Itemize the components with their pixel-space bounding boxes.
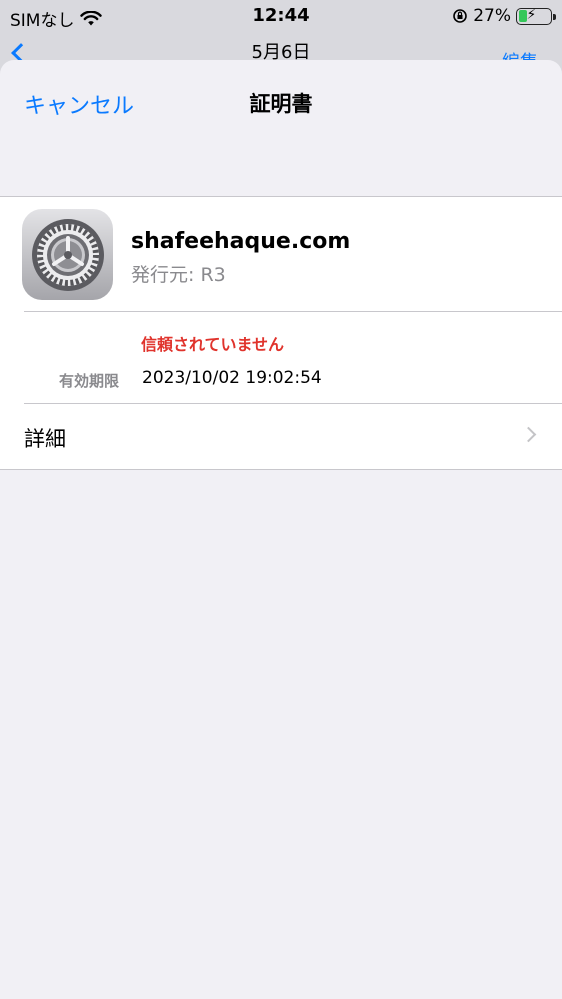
- certificate-name: shafeehaque.com: [131, 229, 351, 254]
- details-row[interactable]: 詳細: [0, 403, 562, 469]
- trust-status: 信頼されていません: [141, 335, 285, 354]
- settings-gear-icon: [22, 209, 113, 300]
- screen: SIMなし 12:44 27% ⚡ 5月6日 編集: [0, 0, 562, 999]
- battery-percent: 27%: [473, 6, 511, 26]
- trust-info: 信頼されていません 有効期限 2023/10/02 19:02:54: [0, 311, 562, 403]
- rotation-lock-icon: [453, 9, 468, 23]
- status-bar: SIMなし 12:44 27% ⚡: [0, 0, 562, 34]
- certificate-sheet: キャンセル 証明書 shafeehaque.com 発行元: R3 信頼されてい…: [0, 60, 562, 999]
- certificate-summary: shafeehaque.com 発行元: R3: [0, 197, 562, 311]
- details-label: 詳細: [24, 427, 66, 451]
- certificate-issuer: 発行元: R3: [131, 264, 226, 286]
- status-right: 27% ⚡: [452, 6, 556, 26]
- nav-bar: キャンセル 証明書: [0, 60, 562, 146]
- certificate-card: shafeehaque.com 発行元: R3 信頼されていません 有効期限 2…: [0, 196, 562, 470]
- page-title: 証明書: [249, 92, 313, 116]
- expires-label: 有効期限: [59, 372, 120, 390]
- chevron-right-icon: [520, 426, 537, 443]
- expires-value: 2023/10/02 19:02:54: [142, 368, 322, 388]
- battery-icon: ⚡: [516, 7, 556, 25]
